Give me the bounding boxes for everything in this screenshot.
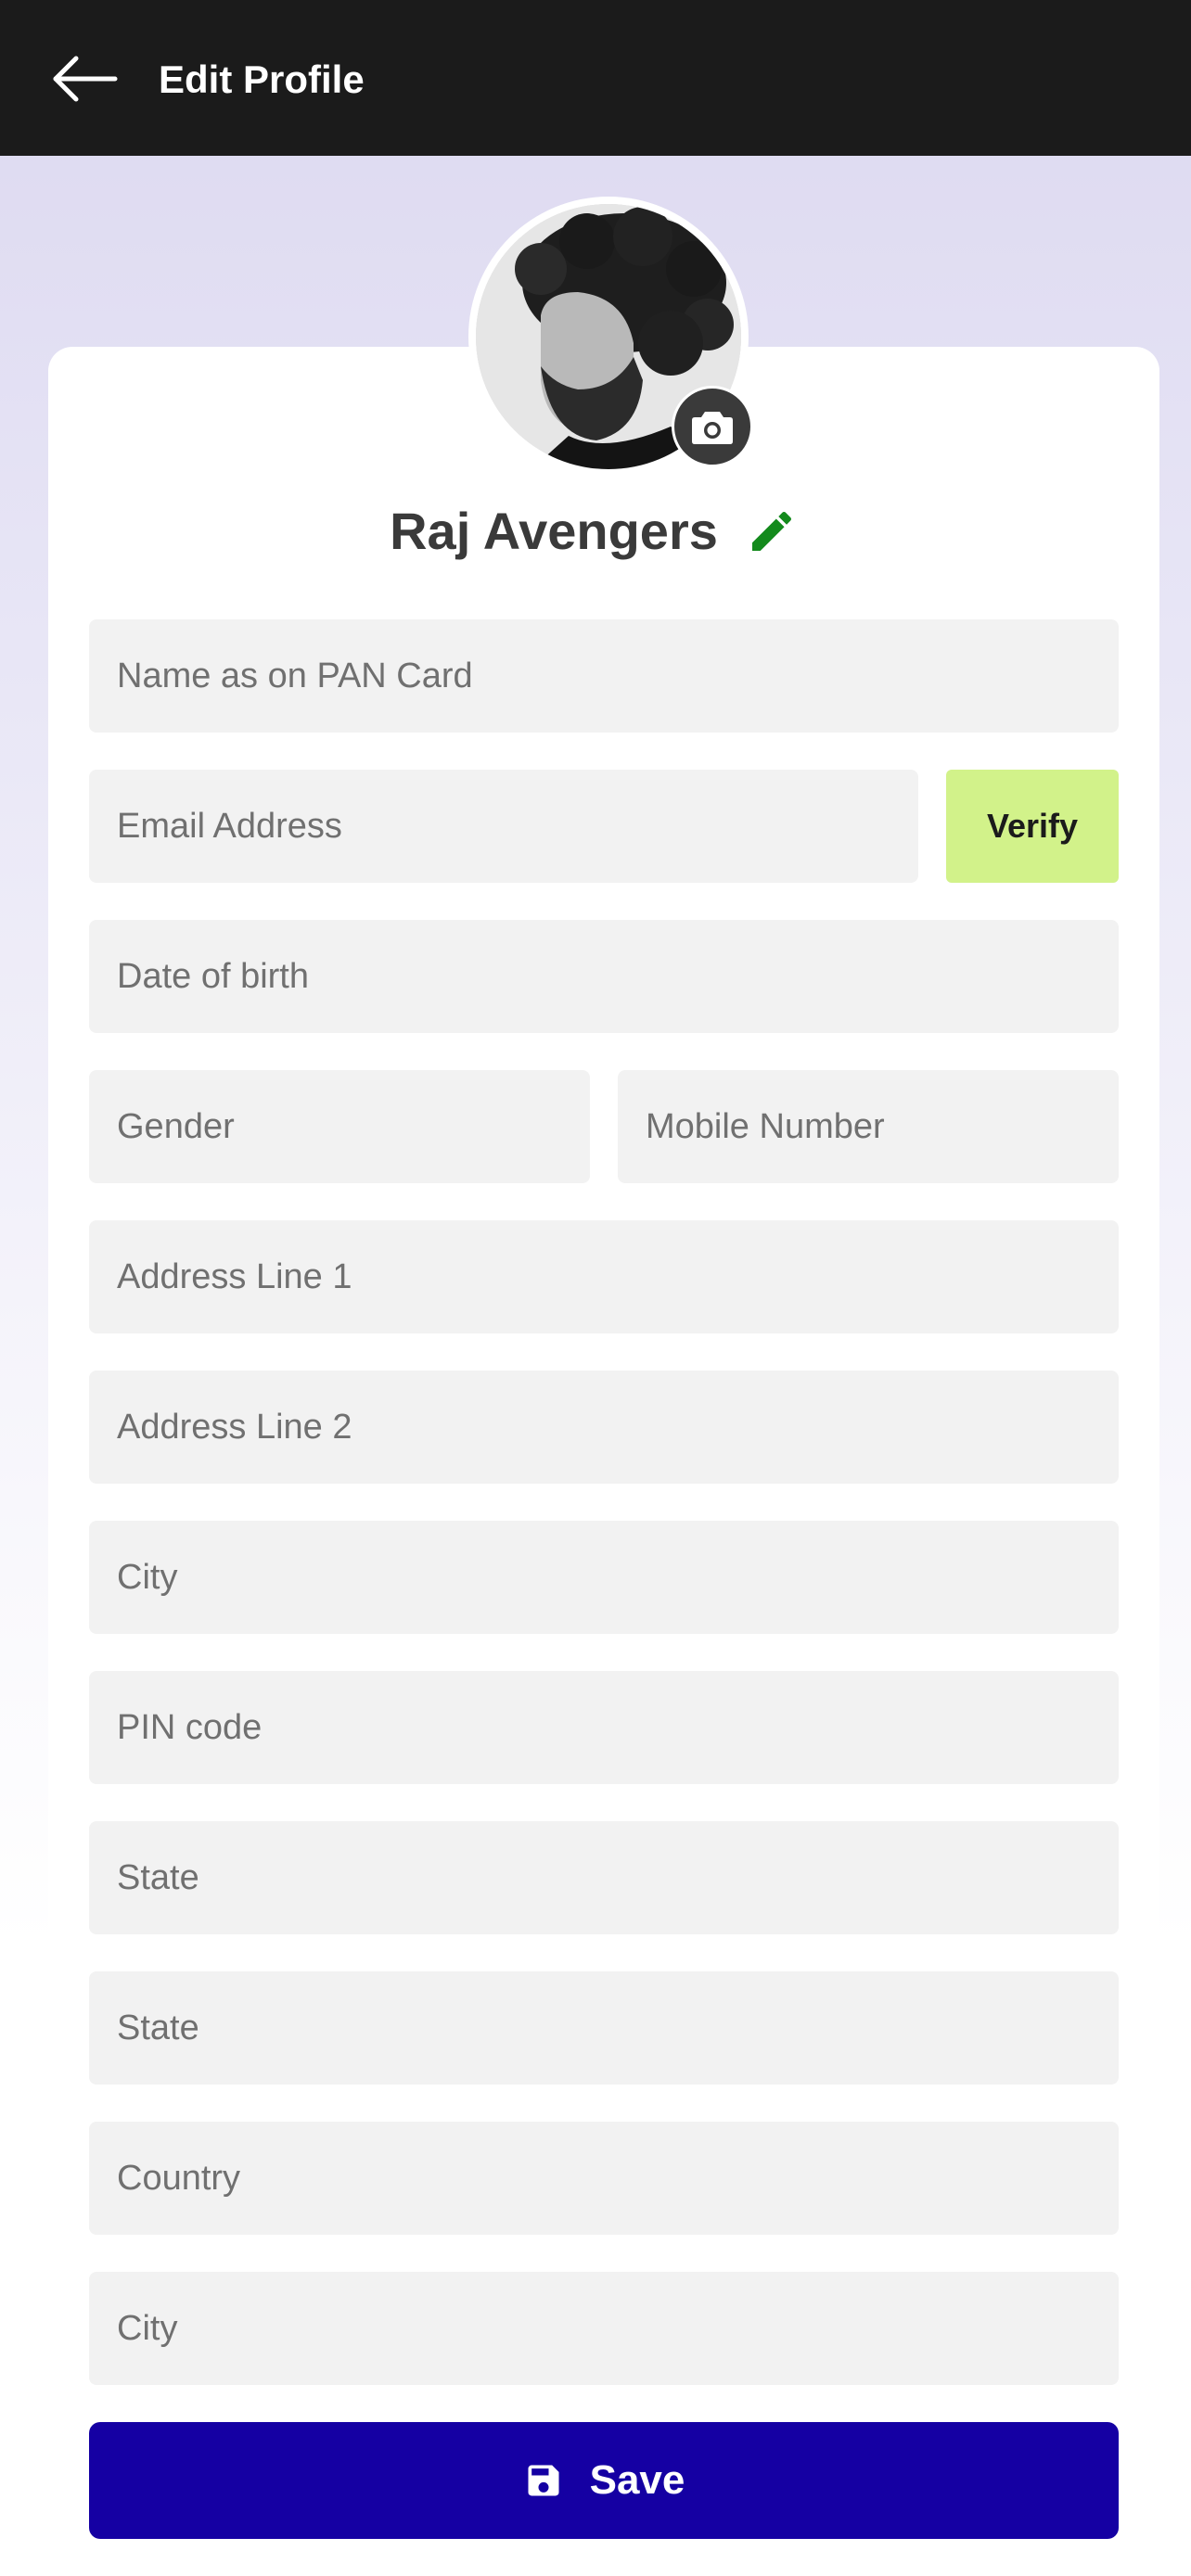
dob-field[interactable] xyxy=(89,920,1119,1033)
pin-code-field[interactable] xyxy=(89,1671,1119,1784)
mobile-field[interactable] xyxy=(618,1070,1119,1183)
country-field[interactable] xyxy=(89,2122,1119,2235)
email-field[interactable] xyxy=(89,770,918,883)
country-input[interactable] xyxy=(117,2122,1119,2235)
state-field[interactable] xyxy=(89,1821,1119,1934)
profile-name-row: Raj Avengers xyxy=(0,497,1191,566)
city-input-2[interactable] xyxy=(117,2272,1119,2385)
back-button[interactable] xyxy=(46,48,130,109)
pencil-icon xyxy=(751,511,791,551)
pin-code-input[interactable] xyxy=(117,1671,1119,1784)
address-line-2-field[interactable] xyxy=(89,1371,1119,1484)
city-field[interactable] xyxy=(89,1521,1119,1634)
pan-name-field[interactable] xyxy=(89,619,1119,733)
arrow-left-icon xyxy=(53,56,118,102)
city-input[interactable] xyxy=(117,1521,1119,1634)
app-bar: Edit Profile xyxy=(0,0,1191,156)
gender-field[interactable] xyxy=(89,1070,590,1183)
state-field-2[interactable] xyxy=(89,1971,1119,2085)
state-input[interactable] xyxy=(117,1821,1119,1934)
save-button[interactable]: Save xyxy=(89,2422,1119,2539)
state-input-2[interactable] xyxy=(117,1971,1119,2085)
floppy-disk-icon xyxy=(528,2465,559,2496)
pan-name-input[interactable] xyxy=(117,619,1119,733)
save-label: Save xyxy=(589,2457,685,2503)
page-title: Edit Profile xyxy=(159,57,365,101)
email-input[interactable] xyxy=(117,770,918,883)
change-photo-button[interactable] xyxy=(672,386,753,467)
edit-name-button[interactable] xyxy=(746,504,801,559)
address-line-1-field[interactable] xyxy=(89,1220,1119,1333)
address-line-1-input[interactable] xyxy=(117,1220,1119,1333)
verify-button[interactable]: Verify xyxy=(946,770,1119,883)
mobile-input[interactable] xyxy=(646,1070,1119,1183)
gender-input[interactable] xyxy=(117,1070,590,1183)
address-line-2-input[interactable] xyxy=(117,1371,1119,1484)
city-field-2[interactable] xyxy=(89,2272,1119,2385)
camera-icon xyxy=(692,412,733,444)
profile-name: Raj Avengers xyxy=(390,502,718,560)
dob-input[interactable] xyxy=(117,920,1119,1033)
